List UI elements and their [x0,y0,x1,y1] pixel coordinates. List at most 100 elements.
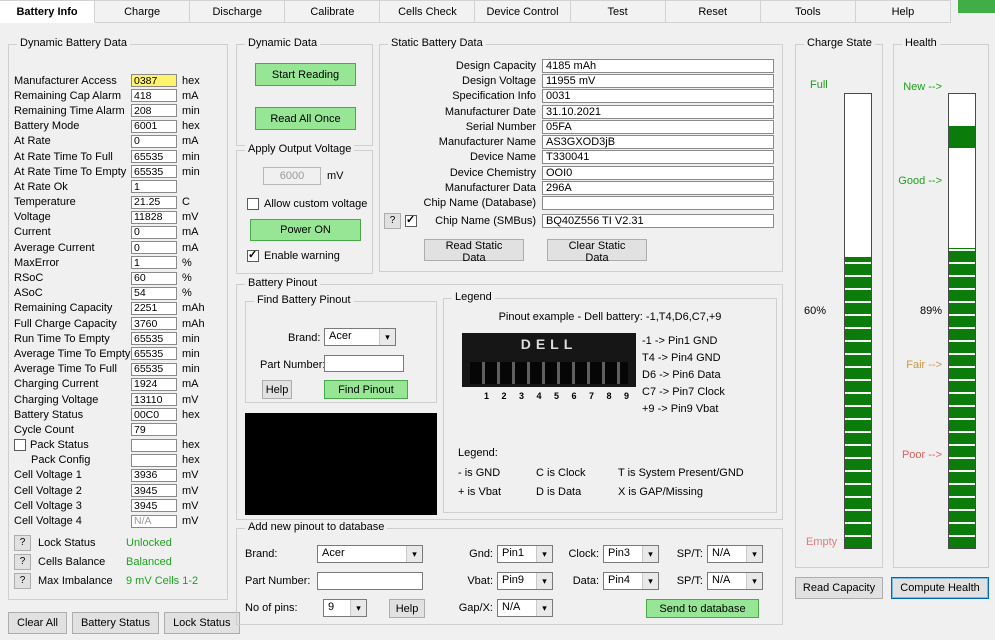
value-field[interactable] [542,58,774,73]
value-field[interactable] [131,150,177,164]
value-field[interactable] [131,423,177,437]
tab[interactable]: Battery Info [0,0,96,23]
read-capacity-button[interactable]: Read Capacity [795,577,883,599]
value-field[interactable] [542,181,774,196]
value-field[interactable] [131,180,177,194]
value-field[interactable] [131,134,177,148]
field-label: Voltage [14,211,51,224]
value-field[interactable] [131,332,177,346]
value-field[interactable] [131,119,177,133]
allow-custom-voltage-checkbox[interactable]: Allow custom voltage [247,198,367,210]
value-field[interactable] [131,393,177,407]
value-field[interactable] [131,210,177,224]
value-field[interactable] [131,225,177,239]
pack-checkbox[interactable] [14,439,26,452]
field-label: Average Time To Full [14,363,117,376]
tab[interactable]: Help [855,0,951,23]
value-field[interactable] [131,347,177,361]
action-button[interactable]: Lock Status [164,612,240,634]
action-button[interactable]: Battery Status [71,612,160,634]
value-field[interactable] [131,74,177,88]
part-number-input[interactable] [324,355,404,372]
tab[interactable]: Cells Check [380,0,476,23]
group-title: Dynamic Data [245,37,321,49]
find-pinout-button[interactable]: Find Pinout [324,380,408,399]
value-field[interactable] [131,362,177,376]
sp-t-select[interactable]: N/A ▾ [707,545,763,563]
value-field[interactable] [131,89,177,103]
question-icon[interactable]: ? [14,553,31,570]
unit-label: min [182,165,200,178]
value-field[interactable] [542,150,774,165]
vbat-select[interactable]: Pin9 ▾ [497,572,553,590]
clear-static-data-button[interactable]: Clear Static Data [547,239,647,264]
sp-t-select[interactable]: N/A ▾ [707,572,763,590]
value-field[interactable] [131,514,177,528]
help-button[interactable]: Help [389,599,425,618]
unit-label: % [182,256,192,269]
read-all-once-button[interactable]: Read All Once [255,107,356,130]
chip-name-smbus-checkbox[interactable]: ✓ [405,214,417,227]
question-icon[interactable]: ? [384,212,401,229]
gap-x-select[interactable]: N/A ▾ [497,599,553,617]
help-button[interactable]: Help [262,380,292,399]
value-field[interactable] [131,377,177,391]
tab[interactable]: Reset [665,0,761,23]
part-number-input[interactable] [317,572,423,590]
tab[interactable]: Charge [95,0,191,23]
legend-item: T is System Present/GND [618,467,744,479]
value-field[interactable] [131,165,177,179]
compute-health-button[interactable]: Compute Health [891,577,989,599]
value-field[interactable] [131,104,177,118]
value-field[interactable] [131,317,177,331]
clock-select[interactable]: Pin3 ▾ [603,545,659,563]
brand-select[interactable]: Acer ▾ [324,328,396,346]
checkbox-box[interactable] [247,198,259,210]
tab[interactable]: Device Control [475,0,571,23]
value-field[interactable] [542,119,774,134]
question-icon[interactable]: ? [14,572,31,589]
static-row: Design Capacity [382,58,780,73]
value-field[interactable] [131,195,177,209]
action-button[interactable]: Clear All [8,612,67,634]
value-field[interactable] [131,301,177,315]
field-label: Current [14,226,51,239]
value-field[interactable] [131,468,177,482]
enable-warning-checkbox[interactable]: ✓ Enable warning [247,249,340,262]
gnd-select[interactable]: Pin1 ▾ [497,545,553,563]
brand-select[interactable]: Acer ▾ [317,545,423,563]
chevron-down-icon: ▾ [406,546,422,562]
value-field[interactable] [131,453,177,467]
value-field[interactable] [131,286,177,300]
data-select[interactable]: Pin4 ▾ [603,572,659,590]
pin-mapping-line: -1 -> Pin1 GND [642,335,718,347]
tab[interactable]: Discharge [190,0,286,23]
value-field[interactable] [131,241,177,255]
value-field[interactable] [131,256,177,270]
read-static-data-button[interactable]: Read Static Data [424,239,524,264]
value-field[interactable] [542,104,774,119]
data-row: At Rate mA [14,134,223,149]
unit-label: min [182,332,200,345]
value-field[interactable] [542,196,774,211]
value-field[interactable] [131,271,177,285]
value-field[interactable] [542,89,774,104]
send-to-database-button[interactable]: Send to database [646,599,759,618]
chip-name-smbus-field[interactable] [542,213,774,228]
no-of-pins-select[interactable]: 9 ▾ [323,599,367,617]
start-reading-button[interactable]: Start Reading [255,63,356,86]
value-field[interactable] [131,438,177,452]
value-field[interactable] [131,484,177,498]
value-field[interactable] [131,408,177,422]
tab[interactable]: Tools [760,0,856,23]
power-on-button[interactable]: Power ON [250,219,361,241]
value-field[interactable] [542,165,774,180]
value-field[interactable] [542,135,774,150]
voltage-input[interactable] [263,167,321,185]
tab[interactable]: Calibrate [285,0,381,23]
value-field[interactable] [131,499,177,513]
value-field[interactable] [542,73,774,88]
checkbox-box[interactable]: ✓ [247,249,259,262]
question-icon[interactable]: ? [14,534,31,551]
tab[interactable]: Test [570,0,666,23]
